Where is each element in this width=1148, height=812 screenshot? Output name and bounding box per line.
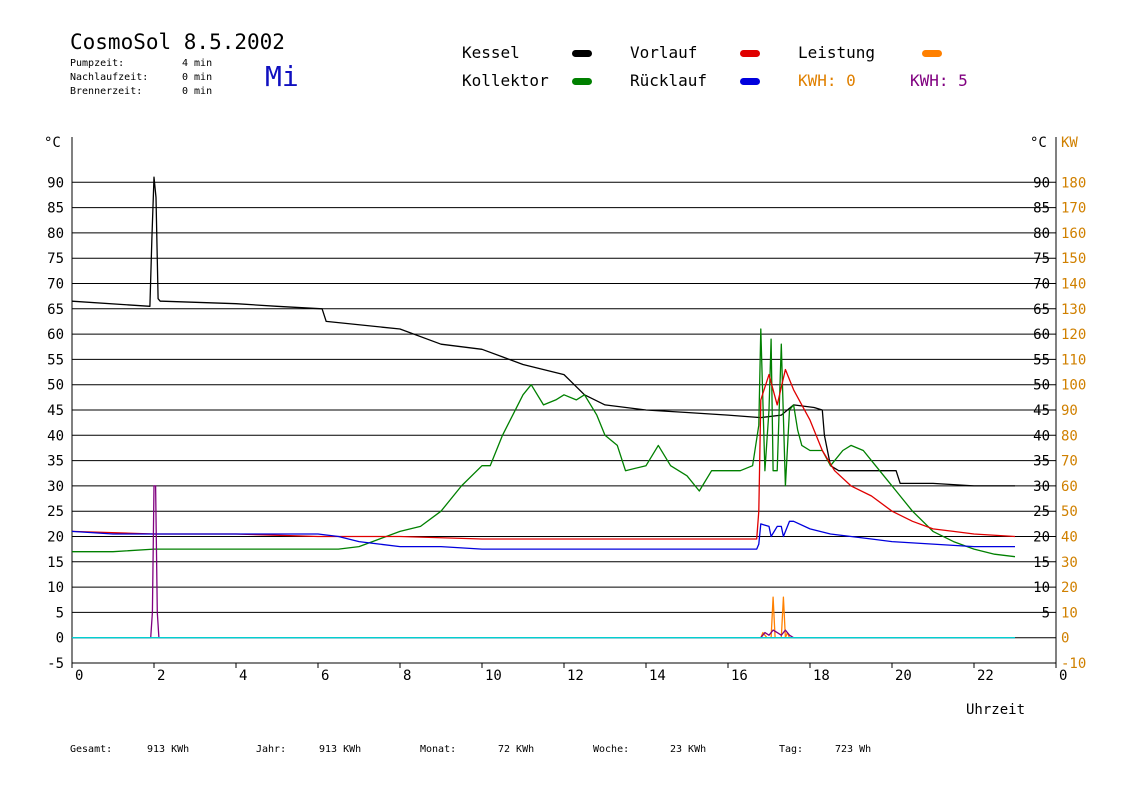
y-tick-label-power: 170 [1061, 201, 1086, 217]
y-tick-label-left: 90 [47, 175, 64, 191]
y-tick-label-right: 75 [1033, 251, 1050, 267]
x-tick-label: 16 [731, 668, 748, 684]
y-tick-label-power: 20 [1061, 580, 1078, 596]
y-tick-label-left: 70 [47, 277, 64, 293]
y-tick-label-power: 120 [1061, 327, 1086, 343]
y-axis-power-unit: KW [1061, 135, 1078, 151]
y-tick-label-right: 55 [1033, 352, 1050, 368]
x-tick-label: 8 [403, 668, 411, 684]
y-tick-label-left: 80 [47, 226, 64, 242]
x-tick-label: 2 [157, 668, 165, 684]
y-tick-label-right: 5 [1042, 605, 1050, 621]
y-tick-label-power: 80 [1061, 428, 1078, 444]
y-tick-label-right: 90 [1033, 175, 1050, 191]
footer-value-tag: 723 Wh [835, 744, 872, 755]
x-tick-label: 10 [485, 668, 502, 684]
x-tick-label: 4 [239, 668, 247, 684]
series-layer [71, 176, 1016, 639]
y-tick-label-right: 85 [1033, 201, 1050, 217]
y-tick-label-power: 100 [1061, 378, 1086, 394]
y-tick-label-power: 50 [1061, 504, 1078, 520]
y-tick-label-left: 40 [47, 428, 64, 444]
y-tick-label-left: 45 [47, 403, 64, 419]
y-tick-label-left: 35 [47, 454, 64, 470]
footer-value-woche: 23 KWh [670, 744, 707, 755]
footer-label-monat: Monat: [420, 744, 457, 755]
y-tick-label-right: 60 [1033, 327, 1050, 343]
y-tick-label-right: 20 [1033, 530, 1050, 546]
axis-layer [71, 137, 1057, 668]
y-tick-label-power: 140 [1061, 277, 1086, 293]
y-tick-label-left: 85 [47, 201, 64, 217]
y-tick-label-left: 55 [47, 352, 64, 368]
series-line-kessel [71, 176, 1015, 487]
y-tick-label-right: 70 [1033, 277, 1050, 293]
y-tick-label-left: 65 [47, 302, 64, 318]
y-tick-label-right: 40 [1033, 428, 1050, 444]
footer-label-jahr: Jahr: [256, 744, 287, 755]
y-tick-label-left: 60 [47, 327, 64, 343]
y-tick-label-power: 70 [1061, 454, 1078, 470]
series-line-ruecklauf [71, 520, 1015, 550]
y-tick-label-right: 35 [1033, 454, 1050, 470]
y-tick-label-left: 15 [47, 555, 64, 571]
y-tick-label-power: 60 [1061, 479, 1078, 495]
y-tick-label-right: 30 [1033, 479, 1050, 495]
y-tick-label-right: 15 [1033, 555, 1050, 571]
y-axis-right-unit: °C [1030, 135, 1047, 151]
footer-label-woche: Woche: [593, 744, 630, 755]
y-tick-label-left: 20 [47, 530, 64, 546]
series-line-vorlauf [71, 368, 1016, 540]
y-tick-label-left: 50 [47, 378, 64, 394]
y-axis-left-unit: °C [44, 135, 61, 151]
y-tick-label-power: 30 [1061, 555, 1078, 571]
y-tick-label-right: 25 [1033, 504, 1050, 520]
y-tick-label-power: 40 [1061, 530, 1078, 546]
y-tick-label-left: 75 [47, 251, 64, 267]
footer-value-monat: 72 KWh [498, 744, 535, 755]
x-tick-label: 6 [321, 668, 329, 684]
y-tick-label-power: -10 [1061, 656, 1086, 672]
y-tick-label-right: 45 [1033, 403, 1050, 419]
y-tick-label-left: 10 [47, 580, 64, 596]
x-tick-label: 0 [75, 668, 83, 684]
footer-value-jahr: 913 KWh [319, 744, 362, 755]
grid-layer [72, 181, 1056, 639]
y-tick-label-right: 10 [1033, 580, 1050, 596]
temperature-chart: 0 2 4 6 8 10 12 14 16 18 20 22 0 °C °C KW 90 85 80 75 70 65 60… [44, 135, 1086, 684]
y-tick-label-power: 90 [1061, 403, 1078, 419]
footer-value-gesamt: 913 KWh [147, 744, 190, 755]
y-tick-label-right: 50 [1033, 378, 1050, 394]
y-tick-label-left: 5 [56, 605, 64, 621]
x-tick-label: 20 [895, 668, 912, 684]
y-tick-label-power: 130 [1061, 302, 1086, 318]
y-tick-label-left: 0 [56, 631, 64, 647]
footer-label-gesamt: Gesamt: [70, 744, 113, 755]
x-tick-label: 22 [977, 668, 994, 684]
footer-label-tag: Tag: [779, 744, 804, 755]
x-tick-label: 12 [567, 668, 584, 684]
y-tick-label-right: 65 [1033, 302, 1050, 318]
series-line-kollektor [72, 328, 1016, 558]
y-tick-label-right: 80 [1033, 226, 1050, 242]
y-tick-label-left: -5 [47, 656, 64, 672]
y-tick-label-power: 110 [1061, 352, 1086, 368]
x-axis-label: Uhrzeit [966, 702, 1026, 718]
series-line-leistung [72, 596, 1015, 639]
y-tick-label-power: 10 [1061, 605, 1078, 621]
y-tick-label-power: 150 [1061, 251, 1086, 267]
x-tick-label: 18 [813, 668, 830, 684]
y-tick-label-power: 0 [1061, 631, 1069, 647]
y-tick-label-left: 25 [47, 504, 64, 520]
y-tick-label-power: 180 [1061, 175, 1086, 191]
y-tick-label-left: 30 [47, 479, 64, 495]
x-tick-label: 14 [649, 668, 666, 684]
y-tick-label-power: 160 [1061, 226, 1086, 242]
